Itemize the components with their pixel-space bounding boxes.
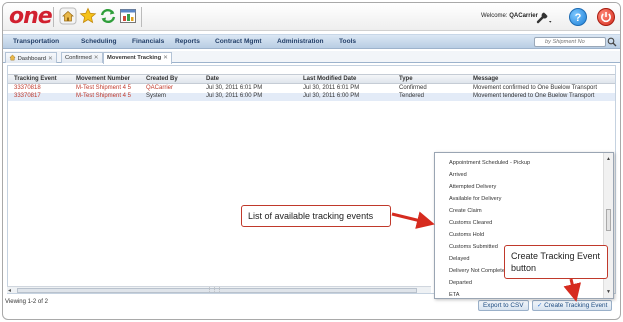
arrow-to-list: [391, 211, 435, 229]
app-window: one Welcome: QACarrier ? Transportation …: [2, 2, 621, 320]
arrow-to-create-button: [563, 278, 582, 302]
annotation-arrows: [391, 211, 582, 302]
